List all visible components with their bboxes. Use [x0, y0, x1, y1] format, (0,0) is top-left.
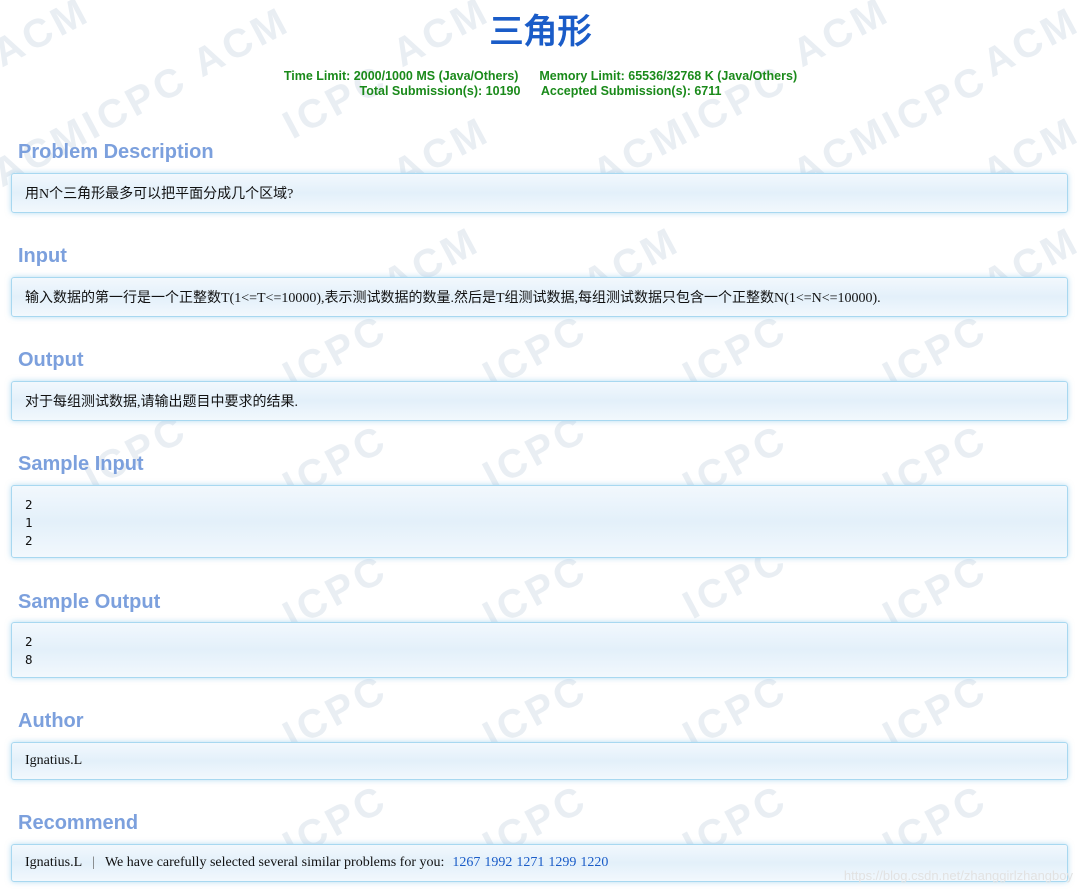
input-title: Input [18, 245, 67, 267]
input-panel: 输入数据的第一行是一个正整数T(1<=T<=10000),表示测试数据的数量.然… [11, 277, 1068, 317]
author-panel: Ignatius.L [11, 742, 1068, 780]
recommender-name: Ignatius.L [25, 855, 83, 870]
time-limit: Time Limit: 2000/1000 MS (Java/Others) [283, 69, 519, 83]
memory-limit: Memory Limit: 65536/32768 K (Java/Others… [539, 69, 798, 83]
sample-input-code: 2 1 2 [25, 497, 33, 548]
total-submissions: Total Submission(s): 10190 [359, 84, 521, 98]
problem-link-1271[interactable]: 1271 [516, 855, 544, 871]
output-text: 对于每组测试数据,请输出题目中要求的结果. [25, 395, 298, 410]
csdn-watermark: https://blog.csdn.net/zhanggirlzhangboy [843, 868, 1073, 883]
sample-input-panel: 2 1 2 [11, 485, 1068, 558]
output-panel: 对于每组测试数据,请输出题目中要求的结果. [11, 381, 1068, 421]
separator: | [92, 855, 95, 870]
sample-input-title: Sample Input [18, 453, 144, 475]
problem-description-text: 用N个三角形最多可以把平面分成几个区域? [25, 187, 294, 202]
sample-output-code: 2 8 [25, 634, 33, 667]
author-name: Ignatius.L [25, 753, 83, 768]
problem-link-1992[interactable]: 1992 [484, 855, 512, 871]
sample-output-title: Sample Output [18, 591, 161, 613]
accepted-submissions: Accepted Submission(s): 6711 [540, 84, 722, 98]
recommend-title: Recommend [18, 812, 139, 834]
sample-output-panel: 2 8 [11, 622, 1068, 678]
output-title: Output [18, 349, 84, 371]
problem-description-panel: 用N个三角形最多可以把平面分成几个区域? [11, 173, 1068, 213]
problem-description-title: Problem Description [18, 141, 214, 163]
page-title: 三角形 [489, 12, 592, 52]
input-text: 输入数据的第一行是一个正整数T(1<=T<=10000),表示测试数据的数量.然… [25, 291, 881, 306]
limits-info: Time Limit: 2000/1000 MS (Java/Others) M… [0, 69, 1081, 99]
author-title: Author [18, 710, 84, 732]
problem-link-1267[interactable]: 1267 [452, 855, 480, 871]
problem-link-1220[interactable]: 1220 [580, 855, 608, 871]
problem-link-1299[interactable]: 1299 [548, 855, 576, 871]
recommend-note: We have carefully selected several simil… [104, 855, 445, 870]
